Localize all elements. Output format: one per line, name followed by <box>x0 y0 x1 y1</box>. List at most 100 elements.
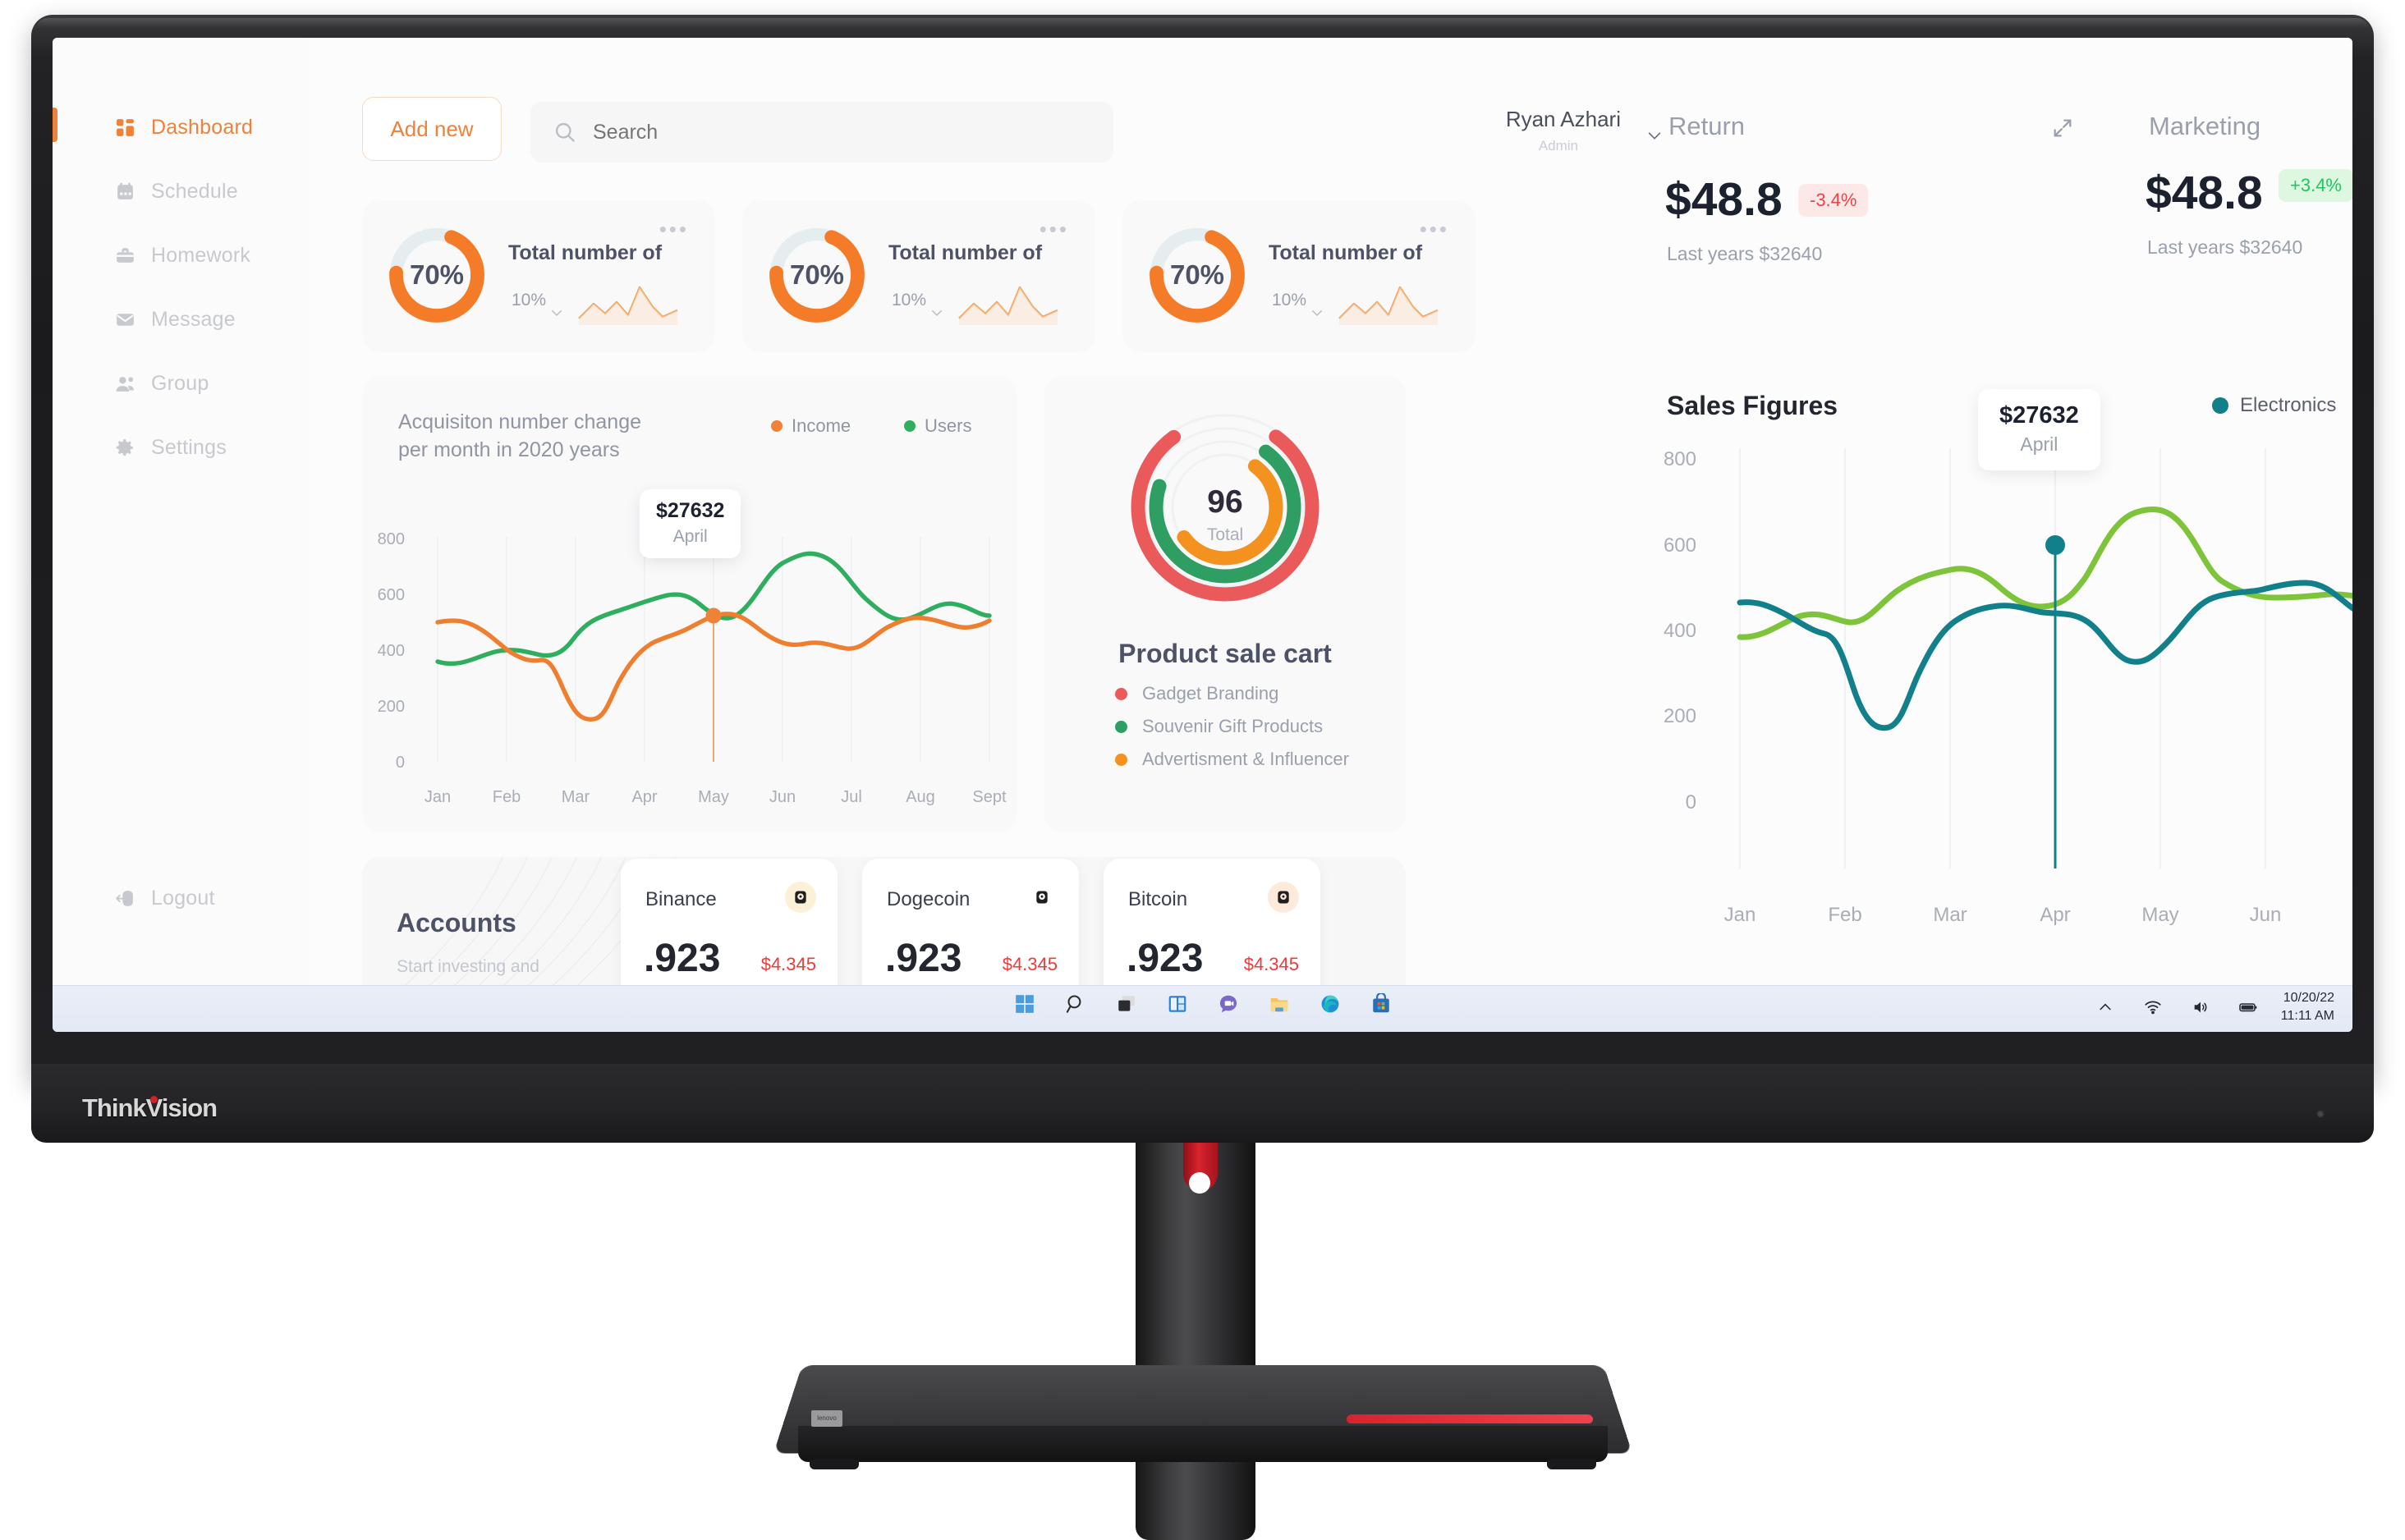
task-view-icon[interactable] <box>1112 989 1141 1019</box>
add-new-button[interactable]: Add new <box>362 97 502 161</box>
coin-delta: $4.345 <box>760 954 816 974</box>
taskbar-clock[interactable]: 10/20/22 11:11 AM <box>2281 989 2334 1024</box>
stat-delta: 10% <box>892 291 927 309</box>
x-axis-tick: Jul <box>2340 904 2352 927</box>
stat-percent: 70% <box>789 259 845 290</box>
chat-icon[interactable] <box>1214 989 1243 1019</box>
sidebar-item-logout[interactable]: Logout <box>53 876 307 920</box>
wifi-icon[interactable] <box>2138 992 2168 1022</box>
edge-icon[interactable] <box>1315 989 1345 1019</box>
search-bar[interactable] <box>530 102 1113 163</box>
x-axis-tick: Aug <box>906 788 935 806</box>
x-axis-tick: Apr <box>2040 904 2071 926</box>
dashboard-app: Dashboard Schedule Homework Message Grou… <box>53 38 2352 1032</box>
chevron-down-icon[interactable] <box>1310 305 1324 320</box>
sidebar: Dashboard Schedule Homework Message Grou… <box>53 38 307 986</box>
monitor-bezel-highlight <box>36 18 2369 30</box>
x-axis-tick: Feb <box>1828 904 1862 926</box>
legend-label: Advertisment & Influencer <box>1142 749 1349 769</box>
card-overflow-menu[interactable]: ••• <box>1420 218 1449 240</box>
briefcase-icon <box>108 245 141 266</box>
monitor-cable-hole <box>1189 1172 1210 1194</box>
coin-name: Bitcoin <box>1128 888 1188 910</box>
expand-icon[interactable] <box>2051 117 2074 140</box>
kpi-last-year: Last years $32640 <box>1667 243 1823 264</box>
kpi-value: $48.8 <box>1665 173 1783 226</box>
coin-delta: $4.345 <box>1243 954 1299 974</box>
sidebar-item-schedule[interactable]: Schedule <box>53 167 307 215</box>
sidebar-item-message[interactable]: Message <box>53 296 307 343</box>
legend-label: Souvenir Gift Products <box>1142 716 1324 736</box>
sidebar-item-label: Schedule <box>151 179 238 203</box>
stat-percent: 70% <box>409 259 465 290</box>
kpi-label: Marketing <box>2149 112 2261 140</box>
legend-item-advertisment-influencer[interactable]: Advertisment & Influencer <box>1115 749 1349 770</box>
sidebar-item-label: Logout <box>151 886 215 910</box>
legend-label: Gadget Branding <box>1142 683 1279 704</box>
taskbar-icon-group <box>1010 989 1396 1019</box>
sidebar-item-homework[interactable]: Homework <box>53 231 307 279</box>
search-input[interactable] <box>591 119 1054 145</box>
user-role: Admin <box>1538 138 1578 154</box>
tooltip-value: $27632 <box>1999 402 2079 429</box>
sidebar-item-group[interactable]: Group <box>53 360 307 407</box>
x-axis-tick: May <box>698 788 729 806</box>
acquisition-line-chart <box>435 537 992 762</box>
card-overflow-menu[interactable]: ••• <box>659 218 689 240</box>
coin-name: Binance <box>645 888 717 910</box>
legend-color-swatch <box>1115 753 1127 766</box>
kpi-last-year: Last years $32640 <box>2147 236 2303 258</box>
x-axis-tick: Jul <box>841 788 862 806</box>
users-icon <box>108 374 141 394</box>
x-axis-tick: Jan <box>424 788 452 806</box>
gear-icon <box>108 438 141 458</box>
binance-coin-icon <box>785 882 816 913</box>
coin-value: .923 <box>885 937 962 980</box>
chevron-down-icon[interactable] <box>929 305 944 320</box>
kpi-value: $48.8 <box>2146 167 2263 219</box>
widgets-icon[interactable] <box>1163 989 1192 1019</box>
stat-card[interactable]: 70% Total number of 10% ••• <box>742 200 1095 352</box>
volume-icon[interactable] <box>2186 992 2215 1022</box>
user-profile-menu[interactable]: Ryan Azhari Admin <box>1457 102 1670 161</box>
search-icon <box>553 121 576 144</box>
x-axis-tick: May <box>2141 904 2179 926</box>
taskbar-time: 11:11 AM <box>2280 1008 2334 1023</box>
sidebar-item-label: Message <box>151 307 236 331</box>
tooltip-label: April <box>2020 433 2058 455</box>
user-name: Ryan Azhari <box>1505 107 1621 131</box>
chevron-down-icon[interactable] <box>549 305 564 320</box>
file-explorer-icon[interactable] <box>1264 989 1294 1019</box>
sidebar-item-dashboard[interactable]: Dashboard <box>53 103 307 151</box>
x-axis-tick: Jun <box>2249 904 2282 926</box>
card-overflow-menu[interactable]: ••• <box>1040 218 1069 240</box>
battery-icon[interactable] <box>2233 992 2263 1022</box>
thinkvision-logo-dot <box>150 1096 158 1103</box>
legend-item-gadget-branding[interactable]: Gadget Branding <box>1115 683 1278 704</box>
monitor: ThinkVision Dashboard Schedule Homework … <box>31 15 2374 1143</box>
legend-item-souvenir-gift-products[interactable]: Souvenir Gift Products <box>1115 716 1323 737</box>
sales-figures-card: Sales Figures Electronics Furniture 800 … <box>1645 366 2352 990</box>
coin-value: .923 <box>1127 937 1204 980</box>
windows-taskbar: 10/20/22 11:11 AM <box>53 985 2352 1032</box>
chevron-up-icon[interactable] <box>2091 992 2120 1022</box>
stat-card[interactable]: 70% Total number of 10% ••• <box>1122 200 1476 352</box>
logout-icon <box>108 888 141 909</box>
stat-card[interactable]: 70% Total number of 10% ••• <box>362 200 715 352</box>
gauge-total-value: 96 <box>1207 484 1243 520</box>
monitor-foot-right <box>1547 1460 1596 1469</box>
tooltip-value: $27632 <box>656 499 725 522</box>
lenovo-logo: lenovo <box>811 1410 842 1427</box>
sparkline-chart <box>1338 286 1439 325</box>
main-content: Add new Ryan Azhari Admin <box>307 38 2352 1032</box>
acquisition-chart-card: Acquisiton number change per month in 202… <box>362 376 1017 832</box>
legend-color-swatch <box>1115 720 1127 733</box>
search-icon[interactable] <box>1061 989 1090 1019</box>
x-axis-tick: Jan <box>1723 904 1756 926</box>
windows-start-icon[interactable] <box>1010 989 1040 1019</box>
microsoft-store-icon[interactable] <box>1366 989 1396 1019</box>
coin-name: Dogecoin <box>887 888 971 910</box>
sidebar-item-label: Group <box>151 371 209 395</box>
sidebar-item-settings[interactable]: Settings <box>53 424 307 471</box>
power-led-indicator[interactable] <box>2316 1110 2325 1118</box>
